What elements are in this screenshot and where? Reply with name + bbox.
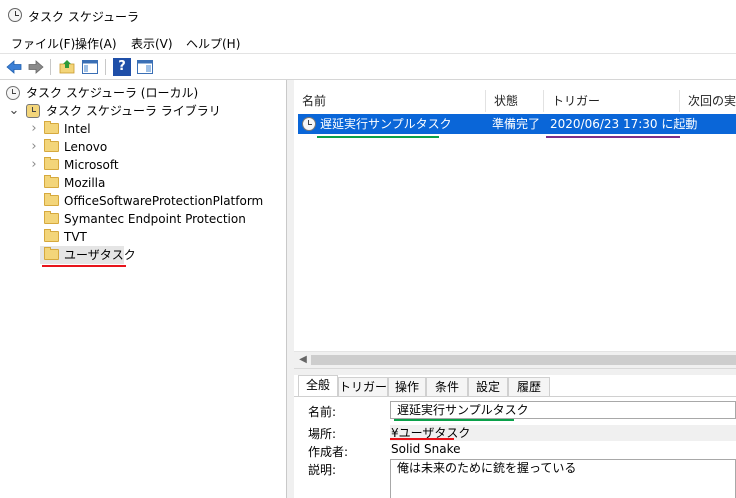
scrollbar-thumb[interactable] [311, 355, 736, 365]
chevron-right-icon[interactable]: › [26, 120, 42, 138]
description-field[interactable]: 俺は未来のために銃を握っている [390, 459, 736, 498]
menu-view[interactable]: 表示(V) [131, 35, 173, 52]
tree-item-label: ユーザタスク [64, 248, 136, 262]
detail-tabs: 全般 トリガー 操作 条件 設定 履歴 [294, 375, 736, 397]
tab-history[interactable]: 履歴 [508, 377, 550, 396]
red-underline-annotation [390, 438, 454, 440]
task-status: 準備完了 [492, 117, 541, 131]
purple-underline-annotation [546, 136, 680, 138]
folder-icon [44, 121, 59, 134]
folder-icon [44, 247, 59, 260]
tree-item-label: Mozilla [64, 176, 106, 190]
tree-item-label: タスク スケジューラ (ローカル) [26, 86, 199, 100]
pane-splitter[interactable] [287, 80, 294, 498]
menu-bar: ファイル(F) 操作(A) 表示(V) ヘルプ(H) [0, 31, 736, 53]
clock-icon [6, 86, 20, 100]
task-trigger: 2020/06/23 17:30 に起動 [550, 117, 698, 131]
folder-icon [44, 211, 59, 224]
location-label: 場所: [308, 427, 337, 441]
folder-up-icon[interactable] [58, 58, 76, 76]
tree-item-folder-selected[interactable]: ユーザタスク [26, 246, 136, 264]
task-pane: 名前 状態 トリガー 次回の実行 遅延実行サンプルタスク 準備完了 2020/0… [294, 80, 736, 498]
author-value: Solid Snake [391, 442, 461, 456]
tree-item-label: Intel [64, 122, 91, 136]
task-name: 遅延実行サンプルタスク [320, 117, 452, 131]
column-header-next-run[interactable]: 次回の実行 [680, 90, 736, 112]
description-label: 説明: [308, 463, 337, 477]
green-underline-annotation [317, 136, 439, 138]
column-header-trigger[interactable]: トリガー [544, 90, 680, 112]
tab-general[interactable]: 全般 [298, 375, 338, 396]
tab-divider [294, 396, 736, 397]
toolbar-separator [50, 59, 51, 75]
table-row[interactable]: 遅延実行サンプルタスク 準備完了 2020/06/23 17:30 に起動 [298, 114, 736, 134]
menu-action[interactable]: 操作(A) [75, 35, 117, 52]
forward-arrow-icon[interactable] [27, 58, 45, 76]
green-underline-annotation [394, 419, 514, 421]
tab-triggers[interactable]: トリガー [338, 377, 388, 396]
console-tree-icon[interactable] [81, 58, 99, 76]
red-underline-annotation [42, 265, 126, 267]
folder-icon [44, 157, 59, 170]
folder-icon [44, 193, 59, 206]
author-label: 作成者: [308, 445, 349, 459]
tree-item-label: OfficeSoftwareProtectionPlatform [64, 194, 264, 208]
action-pane-icon[interactable] [136, 58, 154, 76]
name-field[interactable]: 遅延実行サンプルタスク [390, 401, 736, 419]
tree-item-label: Symantec Endpoint Protection [64, 212, 246, 226]
menu-file[interactable]: ファイル(F) [11, 35, 75, 52]
tree-item-label: TVT [64, 230, 87, 244]
help-icon[interactable]: ? [113, 58, 131, 76]
column-header-name[interactable]: 名前 [294, 90, 486, 112]
folder-icon [44, 175, 59, 188]
menu-help[interactable]: ヘルプ(H) [186, 35, 240, 52]
chevron-right-icon[interactable]: › [26, 138, 42, 156]
toolbar: ? [0, 53, 736, 80]
chevron-down-icon[interactable]: ⌄ [6, 102, 22, 120]
folder-icon [44, 139, 59, 152]
back-arrow-icon[interactable] [5, 58, 23, 76]
library-folder-icon [26, 104, 40, 118]
tree-item-label: タスク スケジューラ ライブラリ [46, 104, 221, 118]
console-tree: タスク スケジューラ (ローカル) ⌄ タスク スケジューラ ライブラリ › I… [0, 80, 287, 498]
column-header-status[interactable]: 状態 [486, 90, 544, 112]
clock-icon [8, 8, 22, 22]
name-label: 名前: [308, 405, 337, 419]
chevron-right-icon[interactable]: › [26, 156, 42, 174]
toolbar-separator [105, 59, 106, 75]
tab-conditions[interactable]: 条件 [426, 377, 468, 396]
tab-actions[interactable]: 操作 [388, 377, 426, 396]
window-title: タスク スケジューラ [28, 10, 139, 24]
tab-settings[interactable]: 設定 [468, 377, 508, 396]
horizontal-scrollbar[interactable]: ◀ [294, 351, 736, 368]
scroll-left-icon[interactable]: ◀ [296, 353, 310, 367]
tree-item-label: Lenovo [64, 140, 108, 154]
pane-splitter[interactable] [294, 368, 736, 375]
folder-icon [44, 229, 59, 242]
title-bar: タスク スケジューラ [0, 0, 736, 31]
clock-icon [302, 117, 316, 131]
tree-item-label: Microsoft [64, 158, 119, 172]
